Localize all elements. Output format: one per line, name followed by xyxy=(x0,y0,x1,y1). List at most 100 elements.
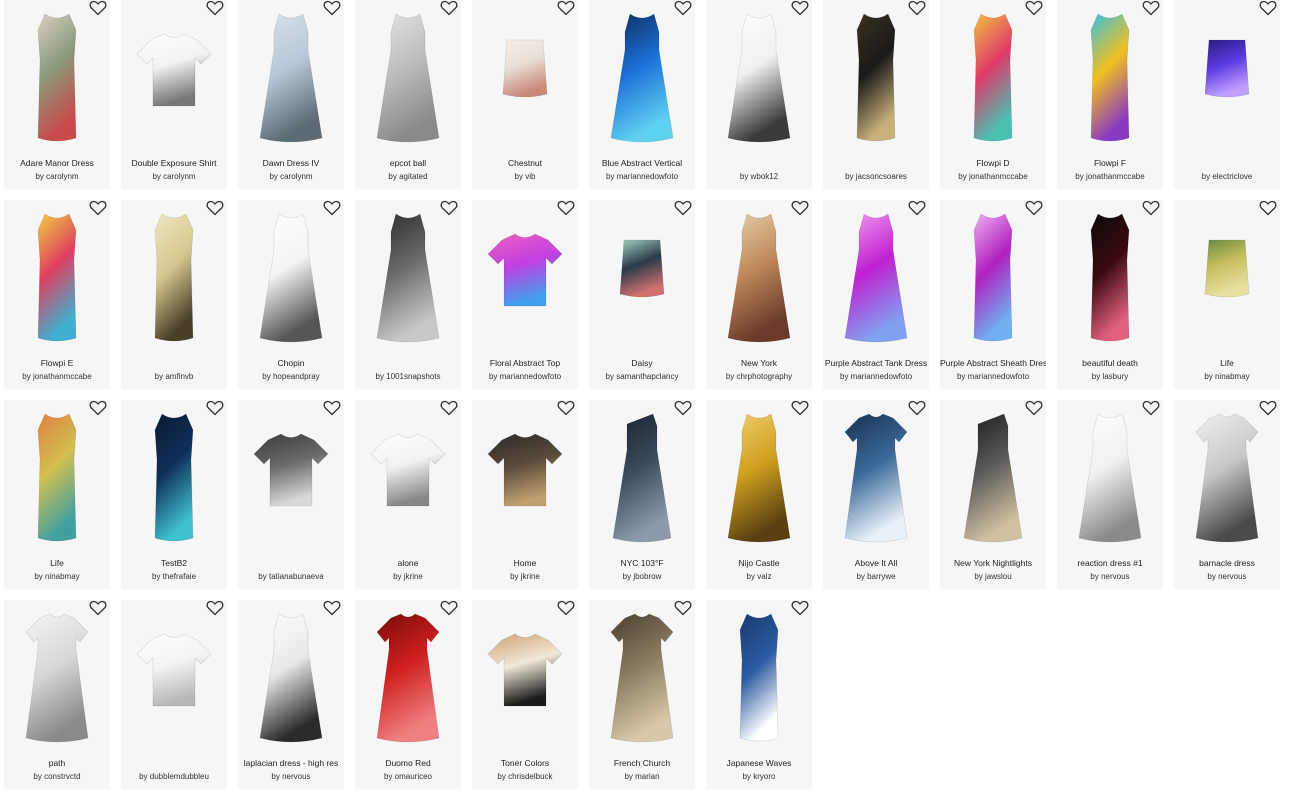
product-title[interactable]: Duomo Red xyxy=(355,758,461,768)
product-title[interactable]: barnacle dress xyxy=(1174,558,1280,568)
product-card[interactable]: Purple Abstract Sheath Dress by marianned… xyxy=(940,200,1046,389)
product-image[interactable] xyxy=(355,10,461,150)
product-card[interactable]: Nijo Castle by valz xyxy=(706,400,812,589)
product-card[interactable]: Chopin by hopeandpray xyxy=(238,200,344,389)
product-title[interactable]: laplacian dress - high res xyxy=(238,758,344,768)
product-card[interactable]: alone by jkrine xyxy=(355,400,461,589)
product-image[interactable] xyxy=(706,410,812,550)
product-title[interactable]: Purple Abstract Sheath Dress xyxy=(940,358,1046,368)
author-link[interactable]: thefrafaie xyxy=(163,572,196,581)
author-link[interactable]: kryoro xyxy=(753,772,775,781)
product-card[interactable]: Daisy by samanthapclancy xyxy=(589,200,695,389)
product-title[interactable]: New York xyxy=(706,358,812,368)
product-image[interactable] xyxy=(940,10,1046,150)
product-image[interactable] xyxy=(940,410,1046,550)
author-link[interactable]: omauriceo xyxy=(395,772,432,781)
product-image[interactable] xyxy=(4,10,110,150)
product-image[interactable] xyxy=(121,10,227,150)
product-title[interactable]: epcot ball xyxy=(355,158,461,168)
product-card[interactable]: Chestnut by vib xyxy=(472,0,578,189)
author-link[interactable]: lasbury xyxy=(1102,372,1128,381)
product-title[interactable]: NYC 103°F xyxy=(589,558,695,568)
author-link[interactable]: jonathanmccabe xyxy=(1086,172,1145,181)
product-image[interactable] xyxy=(589,10,695,150)
product-image[interactable] xyxy=(823,410,929,550)
author-link[interactable]: nervous xyxy=(1101,572,1129,581)
product-title[interactable]: Japanese Waves xyxy=(706,758,812,768)
product-image[interactable] xyxy=(238,210,344,350)
author-link[interactable]: mariannedowfoto xyxy=(617,172,678,181)
product-card[interactable]: reaction dress #1 by nervous xyxy=(1057,400,1163,589)
product-image[interactable] xyxy=(940,210,1046,350)
author-link[interactable]: jbobrow xyxy=(633,572,661,581)
product-image[interactable] xyxy=(589,410,695,550)
product-title[interactable]: Dawn Dress IV xyxy=(238,158,344,168)
product-title[interactable]: New York Nightlights xyxy=(940,558,1046,568)
author-link[interactable]: jonathanmccabe xyxy=(969,172,1028,181)
product-image[interactable] xyxy=(4,410,110,550)
product-card[interactable]: French Church by marian xyxy=(589,600,695,789)
product-card[interactable]: path by constrvctd xyxy=(4,600,110,789)
author-link[interactable]: jkrine xyxy=(404,572,423,581)
product-image[interactable] xyxy=(355,410,461,550)
product-title[interactable]: Blue Abstract Vertical xyxy=(589,158,695,168)
author-link[interactable]: chrisdelbuck xyxy=(508,772,552,781)
product-title[interactable]: Above It All xyxy=(823,558,929,568)
product-card[interactable]: by 1001snapshots xyxy=(355,200,461,389)
product-title[interactable]: Double Exposure Shirt xyxy=(121,158,227,168)
author-link[interactable]: ninabmay xyxy=(1215,372,1250,381)
author-link[interactable]: constrvctd xyxy=(44,772,80,781)
product-image[interactable] xyxy=(1057,210,1163,350)
product-title[interactable]: Home xyxy=(472,558,578,568)
product-card[interactable]: Above It All by barrywe xyxy=(823,400,929,589)
product-title[interactable]: Flowpi F xyxy=(1057,158,1163,168)
author-link[interactable]: samanthapclancy xyxy=(616,372,678,381)
product-card[interactable]: laplacian dress - high res by nervous xyxy=(238,600,344,789)
product-image[interactable] xyxy=(823,10,929,150)
author-link[interactable]: jonathanmccabe xyxy=(33,372,92,381)
author-link[interactable]: carolynm xyxy=(163,172,195,181)
product-card[interactable]: Flowpi D by jonathanmccabe xyxy=(940,0,1046,189)
product-card[interactable]: beautiful death by lasbury xyxy=(1057,200,1163,389)
product-card[interactable]: by electriclove xyxy=(1174,0,1280,189)
product-title[interactable]: Nijo Castle xyxy=(706,558,812,568)
product-card[interactable]: Purple Abstract Tank Dress by mariannedow… xyxy=(823,200,929,389)
product-card[interactable]: Floral Abstract Top by mariannedowfoto xyxy=(472,200,578,389)
author-link[interactable]: jkrine xyxy=(521,572,540,581)
author-link[interactable]: electriclove xyxy=(1212,172,1252,181)
product-title[interactable]: Flowpi D xyxy=(940,158,1046,168)
product-card[interactable]: Duomo Red by omauriceo xyxy=(355,600,461,789)
product-title[interactable]: Floral Abstract Top xyxy=(472,358,578,368)
product-image[interactable] xyxy=(121,610,227,750)
product-image[interactable] xyxy=(238,410,344,550)
product-card[interactable]: epcot ball by agitated xyxy=(355,0,461,189)
product-card[interactable]: Adare Manor Dress by carolynm xyxy=(4,0,110,189)
product-image[interactable] xyxy=(472,210,578,350)
product-title[interactable]: path xyxy=(4,758,110,768)
product-image[interactable] xyxy=(4,210,110,350)
product-title[interactable]: Life xyxy=(4,558,110,568)
author-link[interactable]: nervous xyxy=(282,772,310,781)
author-link[interactable]: barrywe xyxy=(867,572,895,581)
product-title[interactable]: Daisy xyxy=(589,358,695,368)
author-link[interactable]: wbok12 xyxy=(751,172,779,181)
product-image[interactable] xyxy=(589,610,695,750)
product-image[interactable] xyxy=(706,610,812,750)
product-image[interactable] xyxy=(121,210,227,350)
product-card[interactable]: TestB2 by thefrafaie xyxy=(121,400,227,589)
product-title[interactable]: reaction dress #1 xyxy=(1057,558,1163,568)
author-link[interactable]: jawslou xyxy=(985,572,1012,581)
product-title[interactable]: Purple Abstract Tank Dress xyxy=(823,358,929,368)
product-title[interactable]: alone xyxy=(355,558,461,568)
author-link[interactable]: amfinvb xyxy=(165,372,193,381)
author-link[interactable]: hopeandpray xyxy=(273,372,320,381)
product-title[interactable]: Toner Colors xyxy=(472,758,578,768)
author-link[interactable]: carolynm xyxy=(280,172,312,181)
author-link[interactable]: agitated xyxy=(399,172,427,181)
product-card[interactable]: NYC 103°F by jbobrow xyxy=(589,400,695,589)
author-link[interactable]: mariannedowfoto xyxy=(851,372,912,381)
author-link[interactable]: mariannedowfoto xyxy=(968,372,1029,381)
product-image[interactable] xyxy=(472,10,578,150)
product-image[interactable] xyxy=(238,10,344,150)
product-card[interactable]: by wbok12 xyxy=(706,0,812,189)
